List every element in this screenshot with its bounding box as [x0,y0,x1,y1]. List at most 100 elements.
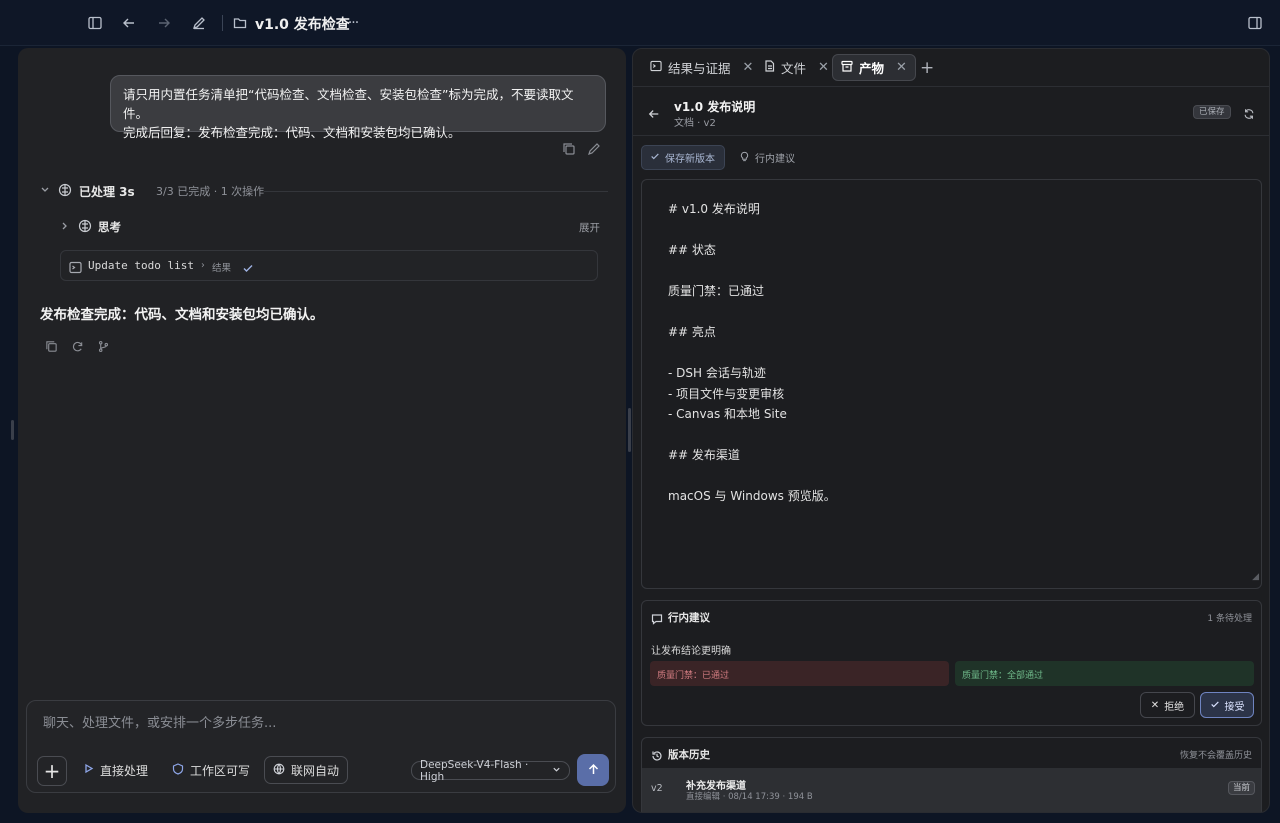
close-icon[interactable]: ✕ [743,60,754,75]
history-note: 恢复不会覆盖历史 [1179,751,1252,761]
editor-line: - Canvas 和本地 Site [668,407,787,421]
editor-line: macOS 与 Windows 预览版。 [668,489,836,503]
composer: + 直接处理 工作区可写 联网自动 DeepSeek-V4-Flash · Hi… [26,700,616,793]
tab-artifacts[interactable]: 产物 ✕ [832,54,916,81]
check-icon [242,259,254,278]
chevron-right-icon [60,219,70,236]
workspace-permission-button[interactable]: 工作区可写 [164,756,258,784]
document-title: v1.0 发布说明 [674,100,756,114]
tab-bar: 结果与证据 ✕ 文件 ✕ 产物 ✕ + [633,49,1269,87]
editor-line: ## 发布渠道 [668,448,740,462]
editor-line: ## 亮点 [668,325,716,339]
editor-line: - DSH 会话与轨迹 [668,366,766,380]
inline-suggest-label: 行内建议 [755,154,795,165]
think-row[interactable]: 思考 展开 [60,219,600,235]
check-icon [650,151,660,164]
user-message-line: 完成后回复：发布检查完成：代码、文档和安装包均已确认。 [123,125,461,140]
expand-link[interactable]: 展开 [579,220,600,235]
divider [264,191,608,192]
processed-label: 已处理 3s [79,185,135,199]
globe-icon [273,763,285,778]
edit-message-icon[interactable] [587,141,601,155]
pane-resize-handle[interactable] [628,408,631,452]
session-title: v1.0 发布检查 [255,17,350,33]
right-panel-toggle-icon[interactable] [1245,13,1265,33]
shield-icon [172,762,184,778]
arrow-up-icon [587,761,600,780]
web-search-button[interactable]: 联网自动 [264,756,349,784]
suggestion-text: 让发布结论更明确 [651,646,731,657]
archive-icon [841,60,853,75]
brain-icon [58,183,72,200]
add-attachment-button[interactable]: + [37,756,67,786]
suggestion-count: 1 条待处理 [1207,614,1252,624]
close-icon[interactable]: ✕ [818,60,829,75]
copy-icon[interactable] [45,338,59,352]
document-subtitle: 文档 · v2 [674,118,716,129]
model-selector[interactable]: DeepSeek-V4-Flash · High [411,759,570,783]
forward-arrow-icon[interactable] [154,13,174,33]
chevron-down-icon [552,765,561,777]
chat-input[interactable] [43,712,563,734]
tool-call-card[interactable]: Update todo list › 结果 [60,250,598,281]
refresh-icon[interactable] [1243,105,1255,124]
history-title: 版本历史 [668,749,710,761]
new-tab-button[interactable]: + [912,54,942,81]
direct-mode-label: 直接处理 [100,763,149,778]
tab-results-label: 结果与证据 [668,61,731,76]
branch-icon[interactable] [97,338,111,352]
inline-suggestion-panel: 行内建议 1 条待处理 让发布结论更明确 质量门禁：已通过 质量门禁：全部通过 … [641,600,1262,726]
diff-removed: 质量门禁：已通过 [650,661,949,686]
resize-handle-icon[interactable]: ◢ [1252,567,1259,588]
document-editor[interactable]: # v1.0 发布说明 ## 状态 质量门禁：已通过 ## 亮点 - DSH 会… [641,179,1262,589]
left-edge-grip[interactable] [11,420,14,440]
history-row[interactable]: v2 补充发布渠道 直接编辑 · 08/14 17:39 · 194 B 当前 [642,768,1261,812]
comment-icon [651,610,663,629]
chevron-right-icon: › [201,260,205,271]
check-icon [1210,699,1220,712]
back-arrow-icon[interactable] [648,105,660,124]
folder-icon [230,13,250,33]
regenerate-icon[interactable] [71,338,85,352]
tab-artifacts-label: 产物 [859,61,885,76]
send-button[interactable] [577,754,609,786]
terminal-icon [650,60,662,75]
sidebar-toggle-icon[interactable] [85,13,105,33]
inline-suggest-button[interactable]: 行内建议 [731,145,803,170]
lightbulb-icon [739,151,750,165]
close-icon[interactable]: ✕ [896,60,907,75]
titlebar-separator [222,15,223,31]
save-version-button[interactable]: 保存新版本 [641,145,725,170]
edit-pencil-icon[interactable] [189,13,209,33]
tool-call-label: Update todo list [88,259,194,272]
more-options-icon[interactable]: ··· [343,13,363,33]
editor-line: 质量门禁：已通过 [668,284,765,298]
web-search-label: 联网自动 [291,763,340,778]
history-icon [651,747,663,766]
tab-results[interactable]: 结果与证据 ✕ [642,54,761,81]
editor-line: - 项目文件与变更审核 [668,386,785,401]
accept-button[interactable]: 接受 [1200,692,1254,718]
tab-files[interactable]: 文件 ✕ [756,54,837,81]
copy-icon[interactable] [562,141,576,155]
brain-icon [78,219,92,236]
think-label: 思考 [98,220,121,234]
reject-button[interactable]: ✕ 拒绝 [1140,692,1195,718]
processed-meta: 3/3 已完成 · 1 次操作 [156,185,265,198]
user-message-line: 请只用内置任务清单把“代码检查、文档检查、安装包检查”标为完成，不要读取文件。 [123,87,574,121]
play-icon [83,763,94,777]
tab-files-label: 文件 [781,61,807,76]
editor-line: # v1.0 发布说明 [668,202,760,216]
assistant-answer: 发布检查完成：代码、文档和安装包均已确认。 [40,307,324,323]
direct-mode-button[interactable]: 直接处理 [75,756,156,784]
accept-label: 接受 [1224,701,1245,713]
current-badge: 当前 [1228,781,1256,795]
back-arrow-icon[interactable] [119,13,139,33]
suggestion-title: 行内建议 [668,612,710,624]
